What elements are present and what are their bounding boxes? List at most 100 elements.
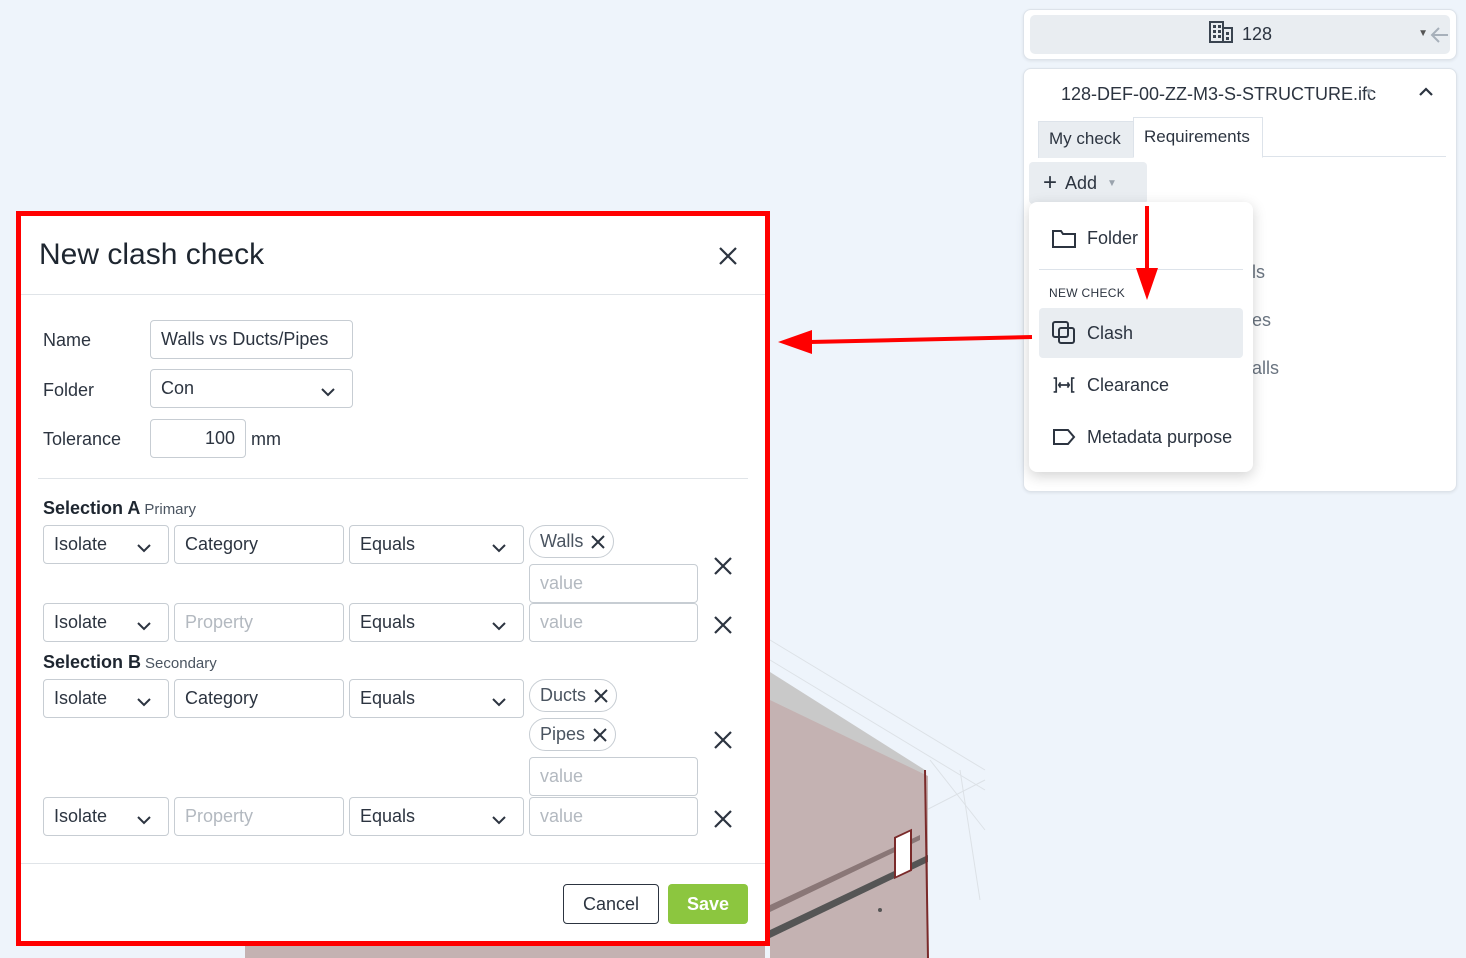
operator-select[interactable]: Equals bbox=[349, 797, 524, 836]
remove-row-icon[interactable] bbox=[713, 809, 733, 834]
property-field[interactable]: Property bbox=[174, 797, 344, 836]
mode-select-value: Isolate bbox=[54, 612, 108, 632]
selection-b-title: Selection B bbox=[43, 652, 142, 672]
property-field[interactable]: Property bbox=[174, 603, 344, 642]
operator-select[interactable]: Equals bbox=[349, 525, 524, 564]
mode-select-value: Isolate bbox=[54, 688, 108, 708]
menu-section-label: NEW CHECK bbox=[1049, 286, 1126, 300]
operator-select-value: Equals bbox=[360, 612, 416, 632]
menu-item-folder[interactable]: Folder bbox=[1039, 213, 1243, 263]
mode-select[interactable]: Isolate bbox=[43, 797, 169, 836]
menu-item-label: Clearance bbox=[1087, 374, 1170, 395]
chevron-down-icon bbox=[136, 538, 152, 559]
mode-select[interactable]: Isolate bbox=[43, 603, 169, 642]
property-field[interactable]: Category bbox=[174, 679, 344, 718]
divider bbox=[38, 478, 748, 479]
value-chip: Ducts bbox=[529, 679, 618, 712]
operator-select-value: Equals bbox=[360, 688, 416, 708]
menu-item-label: Clash bbox=[1087, 322, 1134, 343]
model-file-name[interactable]: 128-DEF-00-ZZ-M3-S-STRUCTURE.ifc bbox=[1061, 84, 1376, 105]
menu-item-clash[interactable]: Clash bbox=[1039, 308, 1243, 358]
value-field[interactable]: value bbox=[529, 757, 698, 796]
value-field[interactable]: value bbox=[529, 603, 698, 642]
folder-icon bbox=[1051, 225, 1077, 251]
clash-icon bbox=[1051, 320, 1077, 346]
chevron-down-icon bbox=[491, 616, 507, 637]
menu-item-clearance[interactable]: Clearance bbox=[1039, 360, 1243, 410]
project-name: 128 bbox=[1241, 24, 1273, 44]
selection-a-subtitle: Primary bbox=[144, 501, 197, 518]
operator-select-value: Equals bbox=[360, 534, 416, 554]
operator-select-value: Equals bbox=[360, 806, 416, 826]
mode-select-value: Isolate bbox=[54, 806, 108, 826]
divider bbox=[21, 863, 765, 864]
caret-down-icon[interactable]: ▼ bbox=[1364, 87, 1374, 98]
cancel-button[interactable]: Cancel bbox=[563, 884, 659, 924]
selection-b-subtitle: Secondary bbox=[145, 655, 217, 672]
remove-row-icon[interactable] bbox=[713, 730, 733, 755]
chevron-down-icon bbox=[136, 810, 152, 831]
name-label: Name bbox=[43, 330, 92, 350]
plus-icon: + bbox=[1043, 169, 1058, 196]
mode-select[interactable]: Isolate bbox=[43, 679, 169, 718]
chip-label: Pipes bbox=[540, 724, 586, 744]
menu-item-metadata-purpose[interactable]: Metadata purpose bbox=[1039, 412, 1243, 462]
remove-row-icon[interactable] bbox=[713, 556, 733, 581]
dialog-title: New clash check bbox=[39, 238, 265, 271]
chevron-down-icon bbox=[491, 538, 507, 559]
list-item[interactable]: ls bbox=[1252, 262, 1265, 283]
tab-requirements[interactable]: Requirements bbox=[1133, 117, 1263, 158]
new-clash-check-dialog: New clash check Name Walls vs Ducts/Pipe… bbox=[16, 211, 770, 946]
mode-select-value: Isolate bbox=[54, 534, 108, 554]
value-chip: Walls bbox=[529, 525, 615, 558]
tolerance-label: Tolerance bbox=[43, 429, 122, 449]
project-selector-button[interactable]: 128 bbox=[1030, 15, 1450, 54]
remove-chip-icon[interactable] bbox=[594, 688, 608, 703]
remove-row-icon[interactable] bbox=[713, 615, 733, 640]
add-dropdown-menu: Folder NEW CHECK Clash Clearance Metadat… bbox=[1029, 202, 1253, 472]
folder-select-value: Con bbox=[161, 378, 195, 398]
add-button[interactable]: + Add ▼ bbox=[1029, 162, 1147, 204]
add-label: Add bbox=[1065, 172, 1098, 193]
folder-select[interactable]: Con bbox=[150, 369, 353, 408]
chevron-down-icon bbox=[136, 616, 152, 637]
chevron-down-icon bbox=[320, 382, 336, 403]
property-field[interactable]: Category bbox=[174, 525, 344, 564]
caret-down-icon[interactable]: ▼ bbox=[1418, 28, 1428, 39]
selection-a-title: Selection A bbox=[43, 498, 141, 518]
remove-chip-icon[interactable] bbox=[591, 534, 606, 549]
tab-bar: My check Requirements bbox=[1038, 117, 1446, 158]
divider bbox=[21, 294, 765, 295]
arrow-left-icon[interactable] bbox=[1428, 20, 1452, 55]
operator-select[interactable]: Equals bbox=[349, 603, 524, 642]
remove-chip-icon[interactable] bbox=[593, 727, 607, 742]
chevron-down-icon bbox=[491, 810, 507, 831]
chevron-down-icon bbox=[136, 692, 152, 713]
mode-select[interactable]: Isolate bbox=[43, 525, 169, 564]
operator-select[interactable]: Equals bbox=[349, 679, 524, 718]
save-button[interactable]: Save bbox=[668, 884, 748, 924]
name-field[interactable]: Walls vs Ducts/Pipes bbox=[150, 320, 353, 359]
list-item[interactable]: es bbox=[1252, 310, 1271, 331]
caret-down-icon: ▼ bbox=[1107, 177, 1117, 189]
selection-b-heading: Selection B Secondary bbox=[43, 652, 217, 673]
clearance-icon bbox=[1051, 372, 1077, 398]
close-icon[interactable] bbox=[718, 246, 738, 271]
menu-item-label: Metadata purpose bbox=[1087, 426, 1233, 447]
chevron-down-icon bbox=[491, 692, 507, 713]
value-field[interactable]: value bbox=[529, 797, 698, 836]
project-selector[interactable]: 128 ▼ bbox=[1023, 9, 1457, 60]
value-field[interactable]: value bbox=[529, 564, 698, 603]
tag-icon bbox=[1051, 424, 1077, 450]
tolerance-field[interactable]: 100 bbox=[150, 419, 246, 458]
building-icon bbox=[1208, 20, 1234, 49]
selection-a-heading: Selection A Primary bbox=[43, 498, 196, 519]
list-item[interactable]: alls bbox=[1252, 358, 1279, 379]
divider bbox=[1039, 269, 1243, 270]
chip-label: Walls bbox=[540, 531, 584, 551]
tab-my-check[interactable]: My check bbox=[1038, 121, 1134, 158]
chip-label: Ducts bbox=[540, 685, 587, 705]
tolerance-unit: mm bbox=[251, 429, 281, 449]
chevron-up-icon[interactable] bbox=[1417, 85, 1435, 104]
folder-label: Folder bbox=[43, 380, 95, 400]
